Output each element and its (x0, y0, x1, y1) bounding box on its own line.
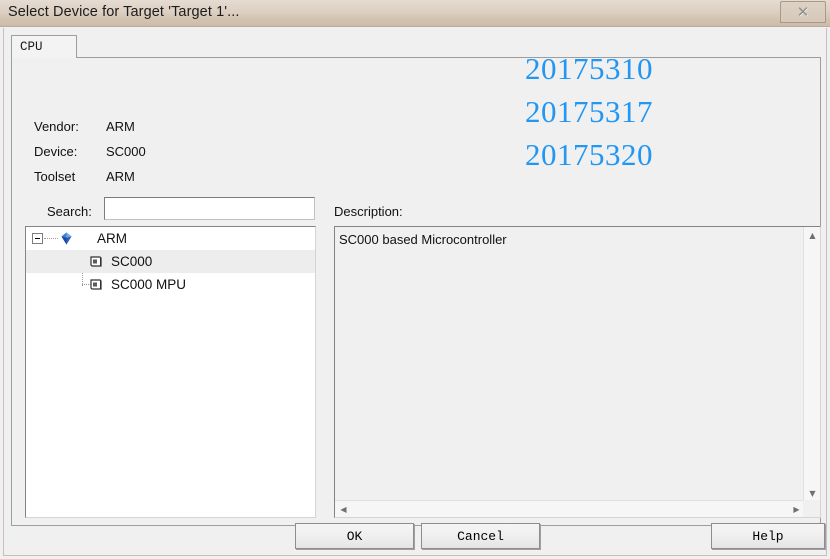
description-text: SC000 based Microcontroller (339, 232, 507, 247)
description-box[interactable]: SC000 based Microcontroller ▲ ▼ ◀ ▶ (334, 226, 821, 518)
window-title: Select Device for Target 'Target 1'... (8, 4, 240, 20)
chip-icon (89, 255, 103, 269)
scrollbar-corner (803, 500, 820, 517)
dialog-window: Select Device for Target 'Target 1'... ✕… (0, 0, 830, 559)
tree-item-sc000-mpu[interactable]: SC000 MPU (26, 273, 315, 296)
title-bar: Select Device for Target 'Target 1'... ✕ (0, 0, 830, 27)
cpu-panel: Vendor: ARM Device: SC000 Toolset ARM Se… (11, 58, 821, 526)
search-input[interactable] (104, 197, 315, 220)
tab-cpu[interactable]: CPU (11, 35, 77, 59)
description-label: Description: (334, 204, 403, 219)
device-value: SC000 (106, 144, 146, 159)
chip-icon (89, 278, 103, 292)
ok-button[interactable]: OK (295, 523, 414, 549)
collapse-toggle-icon[interactable] (32, 233, 43, 244)
help-button[interactable]: Help (711, 523, 825, 549)
scroll-left-icon[interactable]: ◀ (335, 501, 352, 518)
overlay-number: 20175317 (525, 93, 653, 129)
device-tree[interactable]: ARM SC000 SC000 MPU (25, 226, 316, 518)
tab-strip: CPU (11, 35, 821, 59)
close-button[interactable]: ✕ (780, 1, 826, 23)
gem-icon (59, 231, 74, 246)
close-icon: ✕ (796, 2, 810, 21)
vendor-value: ARM (106, 119, 135, 134)
tree-item-arm[interactable]: ARM (26, 227, 315, 250)
scroll-up-icon[interactable]: ▲ (804, 227, 821, 244)
dialog-body: CPU Vendor: ARM Device: SC000 Toolset AR… (3, 28, 827, 556)
toolset-label: Toolset (34, 169, 76, 184)
overlay-number: 20175320 (525, 136, 653, 172)
tree-item-label: SC000 MPU (111, 277, 187, 292)
tree-item-label: ARM (97, 231, 127, 246)
vendor-label: Vendor: (34, 119, 79, 134)
description-vertical-scrollbar[interactable]: ▲ ▼ (803, 227, 820, 502)
overlay-number: 20175310 (525, 51, 653, 86)
device-label: Device: (34, 144, 78, 159)
tree-item-label: SC000 (111, 254, 153, 269)
overlay-numbers: 20175310 20175317 20175320 (525, 48, 653, 176)
description-horizontal-scrollbar[interactable]: ◀ ▶ (335, 500, 805, 517)
cancel-button[interactable]: Cancel (421, 523, 540, 549)
tree-item-sc000[interactable]: SC000 (26, 250, 315, 273)
toolset-value: ARM (106, 169, 135, 184)
search-label: Search: (47, 204, 92, 219)
